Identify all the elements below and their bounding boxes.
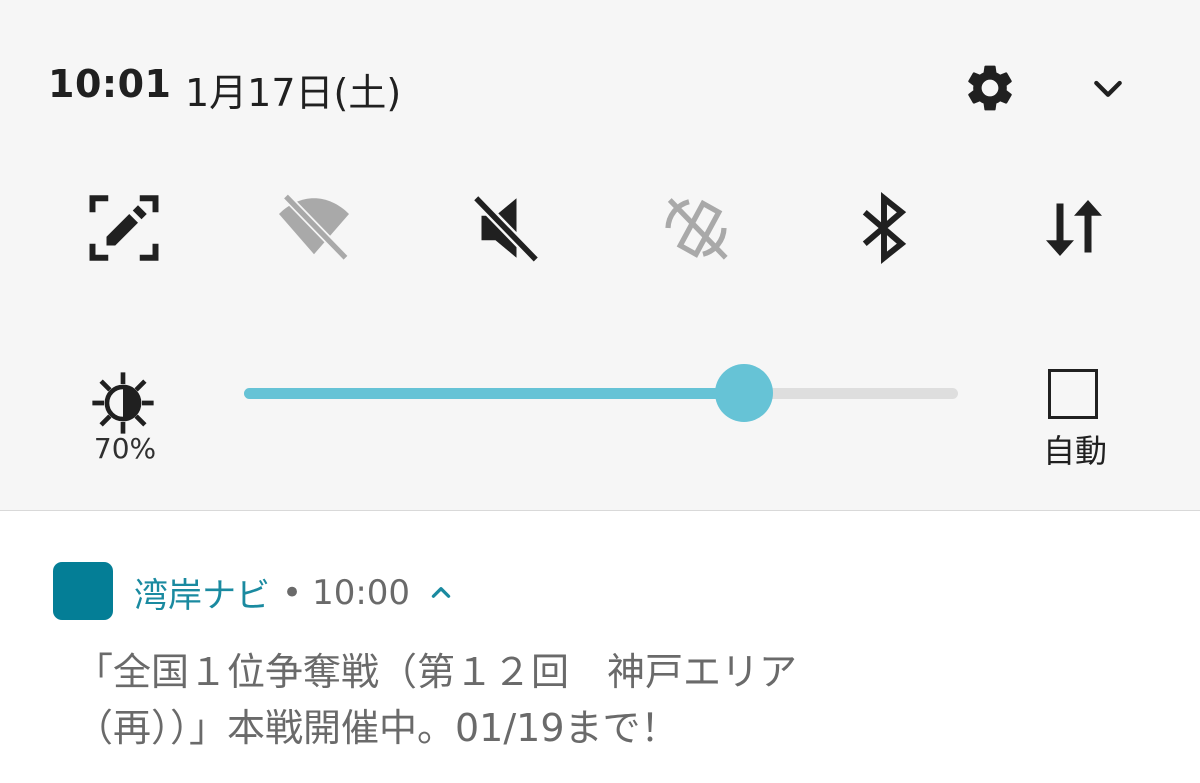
tile-auto-rotate[interactable] [648,180,744,276]
gear-icon [968,65,1012,111]
notification-body: 「全国１位争奪戦（第１２回 神戸エリア （再））」本戦開催中。01/19まで！ [75,644,1135,756]
notification-body-line-1: 「全国１位争奪戦（第１２回 神戸エリア [75,650,798,694]
notification-time: 10:00 [312,572,411,613]
tile-bluetooth[interactable] [836,180,932,276]
brightness-slider[interactable] [244,364,958,422]
tile-screen-capture[interactable] [76,180,172,276]
clock-time: 10:01 [48,62,172,106]
tile-mobile-data[interactable] [1026,180,1122,276]
rotation-lock-icon [665,198,728,260]
volume-off-icon [474,196,540,264]
notification-header: 湾岸ナビ • 10:00 [134,568,454,617]
chevron-down-icon [1094,80,1122,97]
clock-date: 1月17日(土) [185,71,402,115]
auto-brightness-checkbox[interactable] [1048,369,1098,419]
collapse-button[interactable] [1078,58,1138,118]
settings-button[interactable] [960,58,1020,118]
expand-toggle[interactable] [428,580,454,606]
notification-body-line-2: （再））」本戦開催中。01/19まで！ [75,706,679,750]
auto-brightness-label: 自動 [1042,432,1107,470]
screen-edit-icon [89,195,159,261]
quick-settings-panel: 10:01 1月17日(土) 70% 自動 [0,0,1200,511]
brightness-value: 70% [93,432,157,465]
tile-sound[interactable] [458,180,554,276]
bluetooth-icon [862,192,907,264]
notification-app-name: 湾岸ナビ [134,576,270,616]
app-icon [53,562,113,620]
wifi-off-icon [279,194,349,261]
separator-dot: • [282,572,303,613]
chevron-up-icon [431,586,451,598]
slider-thumb[interactable] [714,364,773,422]
brightness-icon [92,372,154,434]
data-transfer-icon [1046,200,1102,256]
tile-wifi[interactable] [266,180,362,276]
slider-fill [244,388,744,399]
